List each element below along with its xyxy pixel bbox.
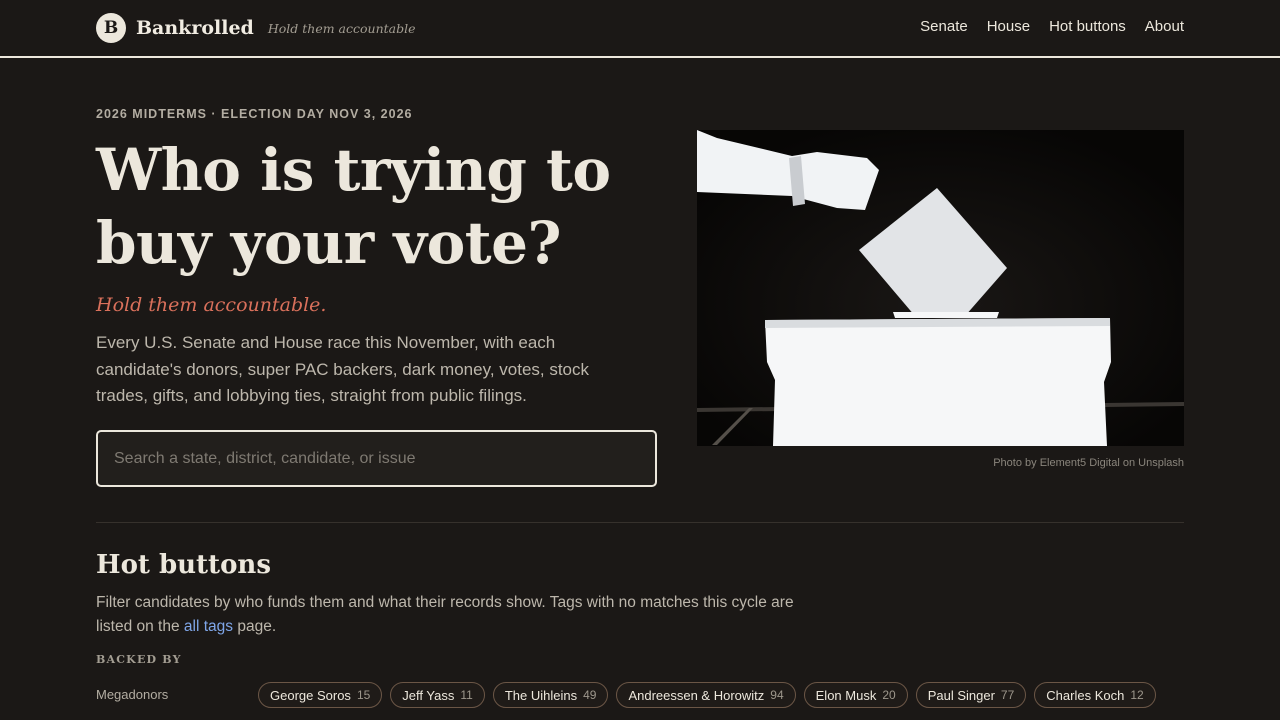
section-divider [96,522,1184,523]
chip-count: 77 [1000,688,1015,702]
nav-senate[interactable]: Senate [920,18,968,35]
chip-name: Paul Singer [927,687,995,703]
main-nav: Senate House Hot buttons About [901,18,1184,35]
brand-logo[interactable]: B [96,13,126,43]
tag-chip-andreessen-horowitz[interactable]: Andreessen & Horowitz 94 [616,682,796,708]
chip-count: 49 [583,688,597,702]
search-box[interactable] [96,430,657,487]
top-nav-bar: B Bankrolled Hold them accountable Senat… [0,0,1280,58]
hot-buttons-title: Hot buttons [96,550,271,580]
tag-chip-charles-koch[interactable]: Charles Koch 12 [1034,682,1156,708]
megadonors-label: Megadonors [96,687,169,702]
chip-count: 20 [882,688,896,702]
tag-chip-elon-musk[interactable]: Elon Musk 20 [803,682,908,708]
tag-chip-the-uihleins[interactable]: The Uihleins 49 [492,682,609,708]
chip-count: 12 [1130,688,1144,702]
hot-buttons-description: Filter candidates by who funds them and … [96,591,826,639]
hero-eyebrow: 2026 MIDTERMS · ELECTION DAY NOV 3, 2026 [96,107,413,121]
nav-hot-buttons[interactable]: Hot buttons [1049,18,1126,35]
tag-chip-jeff-yass[interactable]: Jeff Yass 11 [390,682,485,708]
chip-name: George Soros [270,687,351,703]
chip-name: Elon Musk [815,687,877,703]
chip-count: 15 [356,688,371,702]
brand[interactable]: B Bankrolled Hold them accountable [96,12,416,44]
ballot-box-photo [697,130,1184,446]
nav-house[interactable]: House [987,18,1030,35]
photo-credit[interactable]: Photo by Element5 Digital on Unsplash [993,457,1184,469]
hero-tagline: Hold them accountable. [96,294,327,316]
backed-by-label: BACKED BY [96,653,182,666]
megadonor-chips: George Soros 15 Jeff Yass 11 The Uihleins 4… [258,682,1188,708]
chip-name: Andreessen & Horowitz [628,687,765,703]
page-title: Who is trying to buy your vote? [96,136,611,277]
chip-name: Jeff Yass [402,687,455,703]
brand-name[interactable]: Bankrolled [136,17,254,39]
hero-photo [697,130,1184,446]
tag-chip-george-soros[interactable]: George Soros 15 [258,682,383,708]
search-input[interactable] [98,432,655,485]
hot-buttons-desc-end: page. [233,618,277,635]
chip-count: 94 [770,688,784,702]
nav-about[interactable]: About [1145,18,1184,35]
chip-name: The Uihleins [504,687,578,703]
chip-name: Charles Koch [1046,687,1125,703]
brand-tagline: Hold them accountable [267,20,416,36]
tag-chip-paul-singer[interactable]: Paul Singer 77 [915,682,1027,708]
all-tags-link[interactable]: all tags [184,618,233,635]
hero-lede: Every U.S. Senate and House race this No… [96,333,590,405]
chip-count: 11 [460,688,473,702]
